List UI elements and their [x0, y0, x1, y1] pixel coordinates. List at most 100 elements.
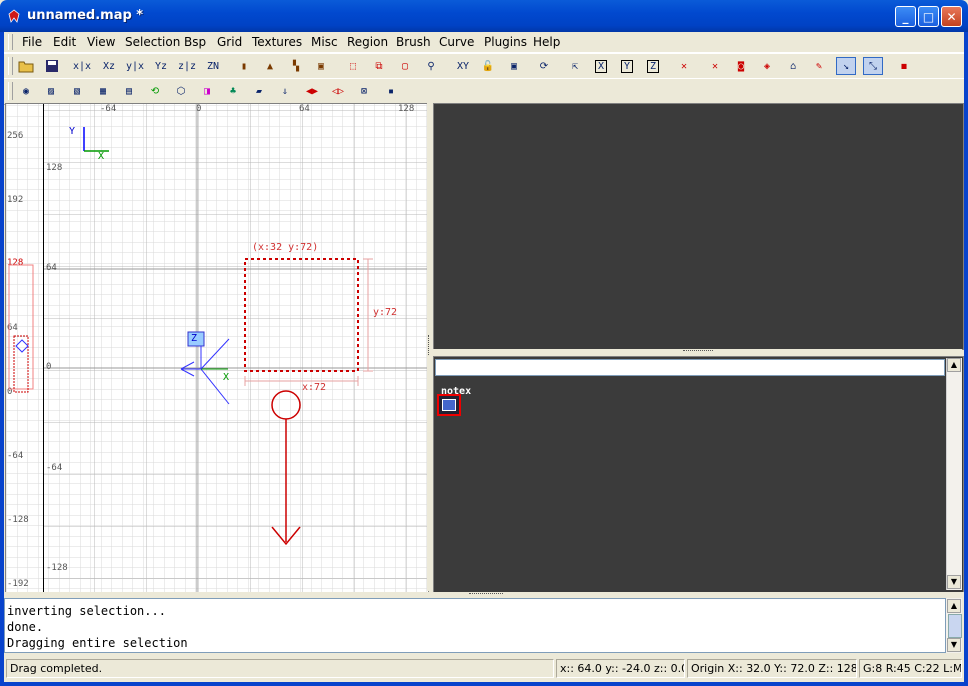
- menubar-grip[interactable]: [8, 34, 13, 50]
- csg-subtract-button[interactable]: ⬚: [343, 57, 363, 75]
- console-scrollbar[interactable]: ▲ ▼: [946, 598, 962, 653]
- main-toolbar: x|x Xz y|x Yz z|z ZN ▮ ▲ ▚ ▣ ⬚ ⧉ ▢ ⚲ XY …: [4, 53, 964, 80]
- y-tick-label: -128: [46, 563, 68, 573]
- inverted-endcaps-button[interactable]: ▦: [93, 82, 113, 100]
- arrow-down-button[interactable]: ⇓: [275, 82, 295, 100]
- scroll-down-arrow[interactable]: ▼: [947, 575, 961, 589]
- menu-plugins[interactable]: Plugins: [484, 35, 527, 49]
- menu-view[interactable]: View: [87, 35, 115, 49]
- z-box-icon: Z: [646, 59, 660, 73]
- view-x-button[interactable]: X: [591, 57, 611, 75]
- clipper-button[interactable]: ⚲: [421, 57, 441, 75]
- patch-texture-button[interactable]: ◨: [197, 82, 217, 100]
- menu-misc[interactable]: Misc: [311, 35, 338, 49]
- complete-tall-button[interactable]: ▮: [234, 57, 254, 75]
- maximize-icon: □: [922, 10, 935, 24]
- scroll-up-arrow[interactable]: ▲: [947, 599, 961, 613]
- selection-touching-button[interactable]: ▚: [286, 57, 306, 75]
- curve-filter-icon: ✕: [711, 60, 719, 72]
- camera-3d-view[interactable]: [433, 103, 964, 350]
- x-axis-rotate-button[interactable]: Xz: [99, 57, 119, 75]
- toolbar2-grip[interactable]: [8, 82, 13, 100]
- train-button[interactable]: ▰: [249, 82, 269, 100]
- endcaps-icon: ▧: [73, 85, 81, 97]
- texture-thumbnail-notex[interactable]: [437, 394, 461, 416]
- scale-button[interactable]: ⇱: [565, 57, 585, 75]
- minimize-button[interactable]: _: [895, 6, 916, 27]
- scroll-thumb[interactable]: [948, 614, 962, 638]
- caulk-filter-button[interactable]: ◙: [731, 57, 751, 75]
- curve-select-icon: ✎: [815, 60, 823, 72]
- menu-edit[interactable]: Edit: [53, 35, 76, 49]
- open-button[interactable]: [16, 57, 36, 75]
- endcaps-button[interactable]: ▧: [67, 82, 87, 100]
- selected-brush[interactable]: [236, 252, 411, 552]
- camera-preview-button[interactable]: ▣: [504, 57, 524, 75]
- scale-icon: ⇱: [571, 60, 579, 72]
- texture-rotate-button[interactable]: ◉: [16, 82, 36, 100]
- scroll-up-arrow[interactable]: ▲: [947, 358, 961, 372]
- maximize-button[interactable]: □: [918, 6, 939, 27]
- brush-select-button[interactable]: ▲: [260, 57, 280, 75]
- entity-button[interactable]: ◼: [894, 57, 914, 75]
- change-views-button[interactable]: XY: [453, 57, 473, 75]
- patch-filter-button[interactable]: ✕: [674, 57, 694, 75]
- menu-grid[interactable]: Grid: [217, 35, 242, 49]
- close-button[interactable]: ✕: [941, 6, 962, 27]
- y-axis-rotate-button[interactable]: Yz: [151, 57, 171, 75]
- matrix-transpose-button[interactable]: ▤: [119, 82, 139, 100]
- texture-browser[interactable]: [433, 356, 964, 593]
- entity-list-button[interactable]: ⟳: [534, 57, 554, 75]
- title-bar[interactable]: [0, 0, 968, 32]
- texture-lock-button[interactable]: 🔓: [478, 57, 498, 75]
- axis-label-x: X: [98, 151, 105, 162]
- tree-icon: ♣: [229, 85, 237, 97]
- menu-selection[interactable]: Selection: [125, 35, 180, 49]
- menu-bsp[interactable]: Bsp: [184, 35, 206, 49]
- show-curves-button[interactable]: ◈: [757, 57, 777, 75]
- dont-select-curve-button[interactable]: ✎: [809, 57, 829, 75]
- flip-horizontal-button[interactable]: ◀▶: [302, 82, 322, 100]
- drag-vertices-button[interactable]: ⤡: [863, 57, 883, 75]
- tree-button[interactable]: ♣: [223, 82, 243, 100]
- redisperse-button[interactable]: ⟲: [145, 82, 165, 100]
- view-y-button[interactable]: Y: [617, 57, 637, 75]
- menu-curve[interactable]: Curve: [439, 35, 474, 49]
- texture-scrollbar[interactable]: ▲ ▼: [946, 358, 962, 590]
- menu-file[interactable]: File: [22, 35, 42, 49]
- drag-edges-button[interactable]: ↘: [836, 57, 856, 75]
- selection-partial-button[interactable]: ▣: [311, 57, 331, 75]
- hollow-button[interactable]: ▢: [395, 57, 415, 75]
- menu-brush[interactable]: Brush: [396, 35, 431, 49]
- dont-select-model-button[interactable]: ⌂: [783, 57, 803, 75]
- z-axis-flip-button[interactable]: z|z: [177, 57, 197, 75]
- hexagon-icon: ⬡: [176, 85, 186, 97]
- view-z-button[interactable]: Z: [643, 57, 663, 75]
- csg-merge-button[interactable]: ⧉: [369, 57, 389, 75]
- console-splitter[interactable]: [4, 592, 964, 597]
- matrix-icon: ▤: [125, 85, 133, 97]
- patch-bend-button[interactable]: ▪: [381, 82, 401, 100]
- x-tick-label: 64: [299, 104, 310, 114]
- flip-horizontal-2-button[interactable]: ◁▷: [328, 82, 348, 100]
- menu-region[interactable]: Region: [347, 35, 388, 49]
- console-log[interactable]: inverting selection... done. Dragging en…: [4, 598, 946, 653]
- menu-help[interactable]: Help: [533, 35, 560, 49]
- hexagon-button[interactable]: ⬡: [171, 82, 191, 100]
- bevel-button[interactable]: ▨: [41, 82, 61, 100]
- scroll-down-arrow[interactable]: ▼: [947, 638, 961, 652]
- xy-orthographic-view[interactable]: -64 0 64 128 128 64 0 -64 -128 256 192 1…: [5, 103, 429, 593]
- train-icon: ▰: [255, 85, 263, 97]
- cap-selection-button[interactable]: ⊠: [354, 82, 374, 100]
- y-axis-flip-button[interactable]: y|x: [125, 57, 145, 75]
- horizontal-splitter[interactable]: [433, 349, 962, 355]
- select-touching-icon: ▚: [292, 60, 300, 72]
- z-axis-rotate-button[interactable]: ZN: [203, 57, 223, 75]
- curve-filter-button[interactable]: ✕: [705, 57, 725, 75]
- toolbar-grip[interactable]: [8, 57, 13, 75]
- save-button[interactable]: [42, 57, 62, 75]
- menu-textures[interactable]: Textures: [252, 35, 302, 49]
- texture-filter-input[interactable]: [435, 359, 945, 376]
- curves-icon: ◈: [763, 60, 771, 72]
- x-axis-flip-button[interactable]: x|x: [72, 57, 92, 75]
